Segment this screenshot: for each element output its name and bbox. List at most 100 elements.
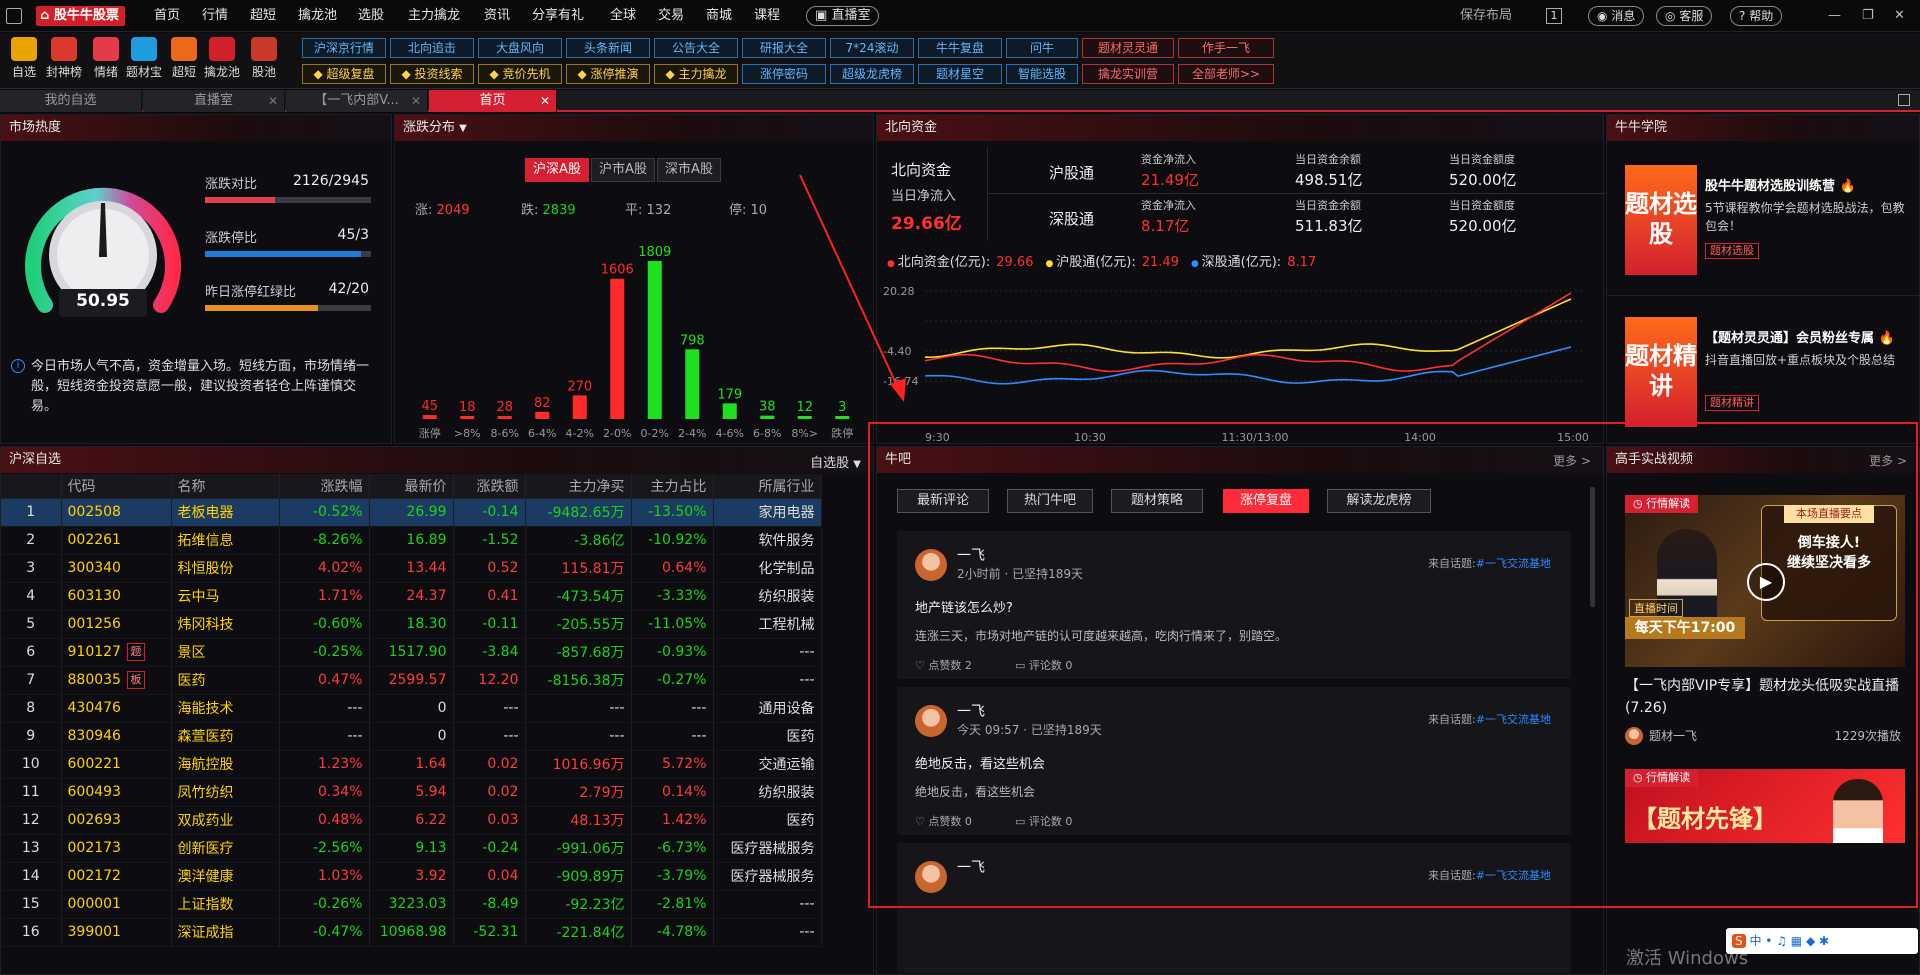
quick-link2-7[interactable]: 题材星空 <box>918 64 1002 84</box>
messages-button[interactable]: ◉ 消息 <box>1588 6 1645 26</box>
panel-title: 北向资金 <box>877 115 1603 141</box>
column-header[interactable]: 所属行业 <box>713 474 822 499</box>
live-room-button[interactable]: ▣ 直播室 <box>806 6 880 26</box>
keyboard-icon[interactable]: ▦ <box>1791 934 1802 948</box>
quick-link-7[interactable]: 牛牛复盘 <box>918 38 1002 58</box>
ime-toolbar[interactable]: S 中 • ♫ ▦ ◆ ✱ <box>1726 928 1918 954</box>
column-header[interactable]: 主力净买 <box>525 474 632 499</box>
tool-3[interactable]: 题材宝 <box>124 37 164 80</box>
menu-mall[interactable]: 商城 <box>706 0 732 32</box>
table-row[interactable]: 10 600221 海航控股 1.23% 1.64 0.02 1016.96万 5.72% 交通… <box>1 750 822 779</box>
column-header[interactable]: 主力占比 <box>631 474 714 499</box>
panel-title[interactable]: 涨跌分布 ▼ <box>395 115 873 141</box>
quick-link-5[interactable]: 研报大全 <box>742 38 826 58</box>
tool-0[interactable]: 自选 <box>4 37 44 80</box>
quick-link2-3[interactable]: ◆ 涨停推演 <box>566 64 650 84</box>
close-tab-icon[interactable]: ✕ <box>411 90 421 112</box>
menu-news[interactable]: 资讯 <box>484 0 510 32</box>
tools-icon[interactable]: ✱ <box>1819 934 1829 948</box>
menu-home[interactable]: 首页 <box>154 0 180 32</box>
tab-my-watchlist[interactable]: 我的自选 <box>0 90 142 112</box>
tab-sz-a[interactable]: 深市A股 <box>657 158 721 182</box>
help-button[interactable]: ? 帮助 <box>1730 6 1783 26</box>
window-menu-icon[interactable] <box>6 8 22 24</box>
table-row[interactable]: 14 002172 澳洋健康 1.03% 3.92 0.04 -909.89万 -3.79% 医… <box>1 862 822 891</box>
quick-link2-5[interactable]: 涨停密码 <box>742 64 826 84</box>
skin-icon[interactable]: ◆ <box>1806 934 1815 948</box>
close-icon[interactable]: ✕ <box>1894 0 1905 32</box>
quick-link2-6[interactable]: 超级龙虎榜 <box>830 64 914 84</box>
table-row[interactable]: 12 002693 双成药业 0.48% 6.22 0.03 48.13万 1.42% 医药 <box>1 806 822 835</box>
close-tab-icon[interactable]: ✕ <box>268 90 278 112</box>
punct-icon[interactable]: • <box>1765 934 1772 948</box>
menu-quotes[interactable]: 行情 <box>202 0 228 32</box>
table-row[interactable]: 9 830946 森萱医药 --- 0 --- --- --- 医药 <box>1 722 822 751</box>
sogou-icon[interactable]: S <box>1732 934 1746 948</box>
academy-card[interactable]: 题材选股 股牛牛题材选股训练营 🔥 5节课程教你学会题材选股战法，包教包会！ 题材选股 <box>1625 165 1911 275</box>
tab-yifei-vip[interactable]: 【一飞内部V... ✕ <box>286 90 428 112</box>
table-row[interactable]: 2 002261 拓维信息 -8.26% 16.89 -1.52 -3.86亿 -10.92%… <box>1 526 822 555</box>
menu-short[interactable]: 超短 <box>250 0 276 32</box>
lang-icon[interactable]: 中 <box>1749 934 1761 948</box>
menu-dragon-pool[interactable]: 擒龙池 <box>298 0 337 32</box>
tab-all-a[interactable]: 沪深A股 <box>525 158 589 182</box>
menu-global[interactable]: 全球 <box>610 0 636 32</box>
tool-4[interactable]: 超短 <box>164 37 204 80</box>
table-row[interactable]: 4 603130 云中马 1.71% 24.37 0.41 -473.54万 -3.33% 纺织… <box>1 582 822 611</box>
mic-icon[interactable]: ♫ <box>1776 934 1787 948</box>
close-tab-icon[interactable]: ✕ <box>540 90 550 112</box>
quick-link2-1[interactable]: ◆ 投资线索 <box>390 64 474 84</box>
academy-card[interactable]: 题材精讲 【题材灵灵通】会员粉丝专属 🔥 抖音直播回放+重点板块及个股总结 题材精讲 <box>1625 317 1911 427</box>
quick-link-8[interactable]: 问牛 <box>1006 38 1078 58</box>
table-row[interactable]: 6 910127 题景区 -0.25% 1517.90 -3.84 -857.68万 -0.9… <box>1 638 822 667</box>
menu-main-dragon[interactable]: 主力擒龙 <box>408 0 460 32</box>
maximize-panel-icon[interactable] <box>1898 94 1910 106</box>
quick-link2-0[interactable]: ◆ 超级复盘 <box>302 64 386 84</box>
save-layout-button[interactable]: 保存布局 <box>1460 0 1512 32</box>
tab-home[interactable]: 首页 ✕ <box>429 90 557 112</box>
table-row[interactable]: 8 430476 海能技术 --- 0 --- --- --- 通用设备 <box>1 694 822 723</box>
tab-live-room[interactable]: 直播室 ✕ <box>143 90 285 112</box>
tab-sh-a[interactable]: 沪市A股 <box>591 158 655 182</box>
quick-link-6[interactable]: 7*24滚动 <box>830 38 914 58</box>
quick-link-3[interactable]: 头条新闻 <box>566 38 650 58</box>
table-row[interactable]: 15 000001 上证指数 -0.26% 3223.03 -8.49 -92.23亿 -2.… <box>1 890 822 919</box>
menu-course[interactable]: 课程 <box>754 0 780 32</box>
table-row[interactable]: 16 399001 深证成指 -0.47% 10968.98 -52.31 -221.84亿… <box>1 918 822 947</box>
tool-1[interactable]: 封神榜 <box>44 37 84 80</box>
column-header[interactable]: 涨跌额 <box>453 474 526 499</box>
column-header[interactable]: 最新价 <box>369 474 454 499</box>
column-header[interactable]: 代码 <box>61 474 172 499</box>
table-row[interactable]: 1 002508 老板电器 -0.52% 26.99 -0.14 -9482.65万 -13.… <box>1 498 822 527</box>
table-row[interactable]: 11 600493 凤竹纺织 0.34% 5.94 0.02 2.79万 0.14% 纺织服装 <box>1 778 822 807</box>
quick-link-2[interactable]: 大盘风向 <box>478 38 562 58</box>
table-row[interactable]: 7 880035 板医药 0.47% 2599.57 12.20 -8156.38万 -0.2… <box>1 666 822 695</box>
quick-link2-2[interactable]: ◆ 竞价先机 <box>478 64 562 84</box>
tool-6[interactable]: 股池 <box>244 37 284 80</box>
table-row[interactable]: 13 002173 创新医疗 -2.56% 9.13 -0.24 -991.06万 -6.73… <box>1 834 822 863</box>
table-row[interactable]: 5 001256 炜冈科技 -0.60% 18.30 -0.11 -205.55万 -11.0… <box>1 610 822 639</box>
tool-5[interactable]: 擒龙池 <box>202 37 242 80</box>
tool-2[interactable]: 情绪 <box>86 37 126 80</box>
quick-link-1[interactable]: 北向追击 <box>390 38 474 58</box>
column-header[interactable] <box>1 474 62 499</box>
layout-badge[interactable]: 1 <box>1546 8 1562 24</box>
quick-link-10[interactable]: 作手一飞 <box>1178 38 1274 58</box>
quick-link2-4[interactable]: ◆ 主力擒龙 <box>654 64 738 84</box>
quick-link-9[interactable]: 题材灵灵通 <box>1082 38 1174 58</box>
restore-icon[interactable]: ❐ <box>1862 0 1874 32</box>
service-button[interactable]: ◎ 客服 <box>1656 6 1713 26</box>
quick-link-0[interactable]: 沪深京行情 <box>302 38 386 58</box>
menu-trade[interactable]: 交易 <box>658 0 684 32</box>
quick-link2-10[interactable]: 全部老师>> <box>1178 64 1274 84</box>
minimize-icon[interactable]: — <box>1828 0 1841 32</box>
watchlist-group-select[interactable]: 自选股 ▼ <box>810 452 861 471</box>
quick-link2-9[interactable]: 擒龙实训营 <box>1082 64 1174 84</box>
menu-share[interactable]: 分享有礼 <box>532 0 584 32</box>
column-header[interactable]: 涨跌幅 <box>279 474 370 499</box>
quick-link2-8[interactable]: 智能选股 <box>1006 64 1078 84</box>
menu-stock-pick[interactable]: 选股 <box>358 0 384 32</box>
column-header[interactable]: 名称 <box>171 474 280 499</box>
quick-link-4[interactable]: 公告大全 <box>654 38 738 58</box>
table-row[interactable]: 3 300340 科恒股份 4.02% 13.44 0.52 115.81万 0.64% 化学制… <box>1 554 822 583</box>
